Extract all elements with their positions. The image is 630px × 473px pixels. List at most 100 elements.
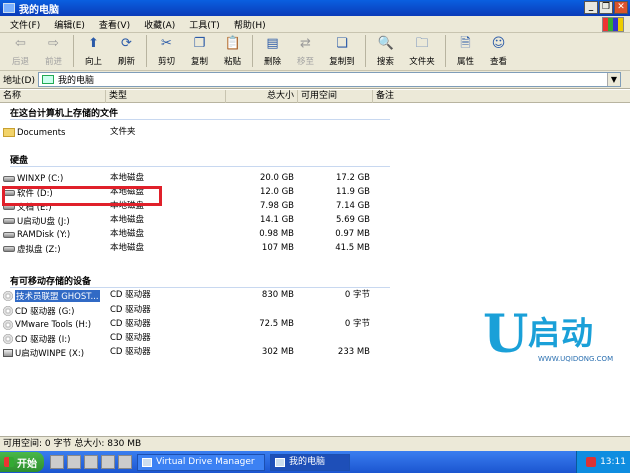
task-virtual-drive-manager[interactable]: Virtual Drive Manager	[137, 453, 265, 471]
minimize-button[interactable]: _	[584, 1, 598, 14]
printer-icon[interactable]	[67, 455, 81, 469]
column-comment[interactable]: 备注	[373, 90, 630, 103]
app-icon	[142, 457, 152, 467]
forward-arrow-icon: ⇨	[48, 36, 59, 51]
item-name-cell: VMware Tools (H:)	[3, 318, 91, 331]
list-item[interactable]: WINXP (C:) 本地磁盘 20.0 GB 17.2 GB	[0, 172, 630, 185]
item-type: CD 驱动器	[110, 290, 151, 300]
chevron-down-icon[interactable]: ▼	[606, 73, 620, 86]
close-button[interactable]: ✕	[614, 1, 628, 14]
item-free-space: 17.2 GB	[335, 173, 370, 183]
desktop-icon[interactable]	[50, 455, 64, 469]
menu-file[interactable]: 文件(F)	[3, 18, 47, 31]
list-item[interactable]: Documents 文件夹	[0, 126, 630, 139]
item-type: 本地磁盘	[110, 229, 145, 239]
item-free-space: 0 字节	[344, 319, 370, 329]
address-bar: 地址(D) 我的电脑 ▼	[0, 71, 630, 89]
cd-icon	[3, 305, 13, 316]
address-value: 我的电脑	[57, 76, 94, 86]
explorer-icon[interactable]	[84, 455, 98, 469]
toolbar-separator	[365, 35, 366, 67]
item-free-space: 7.14 GB	[335, 201, 370, 211]
column-free-space[interactable]: 可用空间	[298, 90, 373, 103]
item-name: CD 驱动器 (I:)	[15, 334, 71, 345]
copy-to-button[interactable]: ❏ 复制到	[322, 33, 362, 69]
group-header: 有可移动存储的设备	[10, 277, 92, 287]
file-list: 在这台计算机上存储的文件 Documents 文件夹 硬盘 WINXP (C:) 本地磁盘…	[0, 103, 630, 436]
item-total-size: 302 MB	[261, 347, 294, 357]
my-computer-icon	[3, 3, 15, 13]
item-total-size: 0.98 MB	[259, 229, 294, 239]
group-header: 在这台计算机上存储的文件	[10, 109, 119, 119]
menu-view[interactable]: 查看(V)	[92, 18, 137, 31]
item-type: 本地磁盘	[110, 243, 145, 253]
toolbar-separator	[445, 35, 446, 67]
copy-button[interactable]: ❐ 复制	[183, 33, 216, 69]
eraser-icon[interactable]	[118, 455, 132, 469]
menu-tools[interactable]: 工具(T)	[182, 18, 227, 31]
view-button[interactable]: ☺ 查看	[482, 33, 515, 69]
list-item[interactable]: 虚拟盘 (Z:) 本地磁盘 107 MB 41.5 MB	[0, 242, 630, 255]
title-bar: 我的电脑 _ ❐ ✕	[0, 0, 630, 16]
menu-help[interactable]: 帮助(H)	[227, 18, 273, 31]
quick-launch	[50, 455, 132, 469]
delete-button[interactable]: ▤ 删除	[256, 33, 289, 69]
scissors-button[interactable]: ✂ 剪切	[150, 33, 183, 69]
properties-icon: 🗎	[460, 36, 471, 51]
toolbar-label: 移至	[296, 57, 314, 67]
paste-icon: 📋	[224, 36, 241, 51]
folder-icon	[3, 128, 15, 137]
list-item[interactable]: RAMDisk (Y:) 本地磁盘 0.98 MB 0.97 MB	[0, 228, 630, 241]
toolbar-label: 剪切	[157, 57, 175, 67]
move-to-icon: ⇄	[300, 36, 311, 51]
item-free-space: 11.9 GB	[335, 187, 370, 197]
menu-edit[interactable]: 编辑(E)	[47, 18, 92, 31]
group-divider	[10, 166, 390, 167]
toolbar-label: 查看	[489, 57, 507, 67]
column-total-size[interactable]: 总大小	[226, 90, 298, 103]
item-free-space: 41.5 MB	[335, 243, 370, 253]
logo-name: 启动	[528, 314, 595, 352]
item-name: 技术员联盟 GHOST...	[15, 289, 100, 302]
back-arrow-button[interactable]: ⇦ 后退	[4, 33, 37, 69]
item-free-space: 233 MB	[337, 347, 370, 357]
menu-favorites[interactable]: 收藏(A)	[137, 18, 182, 31]
item-name: Documents	[17, 127, 66, 138]
task-label: Virtual Drive Manager	[156, 456, 255, 467]
taskbar: 开始 Virtual Drive Manager 我的电脑 13:11	[0, 451, 630, 473]
list-item[interactable]: 技术员联盟 GHOST... CD 驱动器 830 MB 0 字节	[0, 289, 630, 302]
cd-icon	[3, 319, 13, 330]
toolbar-label: 刷新	[117, 57, 135, 67]
column-name[interactable]: 名称	[0, 90, 106, 103]
properties-button[interactable]: 🗎 属性	[449, 33, 482, 69]
paste-button[interactable]: 📋 粘贴	[216, 33, 249, 69]
item-name-cell: Documents	[3, 126, 65, 139]
folder-button[interactable]: 🗀 文件夹	[402, 33, 442, 69]
window-title: 我的电脑	[19, 4, 59, 16]
tray-app-icon[interactable]	[586, 457, 597, 467]
start-button[interactable]: 开始	[0, 452, 44, 472]
refresh-button[interactable]: ⟳ 刷新	[110, 33, 143, 69]
maximize-button[interactable]: ❐	[599, 1, 613, 14]
task-my-computer[interactable]: 我的电脑	[270, 453, 350, 471]
item-name-cell: WINXP (C:)	[3, 172, 63, 185]
move-to-button[interactable]: ⇄ 移至	[289, 33, 322, 69]
up-arrow-button[interactable]: ⬆ 向上	[77, 33, 110, 69]
delete-icon: ▤	[266, 36, 279, 51]
list-item[interactable]: U启动U盘 (J:) 本地磁盘 14.1 GB 5.69 GB	[0, 214, 630, 227]
toolbar-label: 粘贴	[223, 57, 241, 67]
group-header: 硬盘	[10, 156, 29, 166]
folder-quick-icon[interactable]	[101, 455, 115, 469]
item-type: CD 驱动器	[110, 333, 151, 343]
search-button[interactable]: 🔍 搜索	[369, 33, 402, 69]
toolbar-label: 前进	[44, 57, 62, 67]
view-icon: ☺	[491, 36, 506, 51]
group-divider	[10, 119, 390, 120]
copy-icon: ❐	[193, 36, 206, 51]
forward-arrow-button[interactable]: ⇨ 前进	[37, 33, 70, 69]
item-name: VMware Tools (H:)	[15, 319, 92, 330]
address-field[interactable]: 我的电脑 ▼	[37, 72, 621, 87]
drive-icon	[3, 175, 15, 182]
column-type[interactable]: 类型	[106, 90, 226, 103]
windows-logo-icon	[602, 17, 624, 32]
